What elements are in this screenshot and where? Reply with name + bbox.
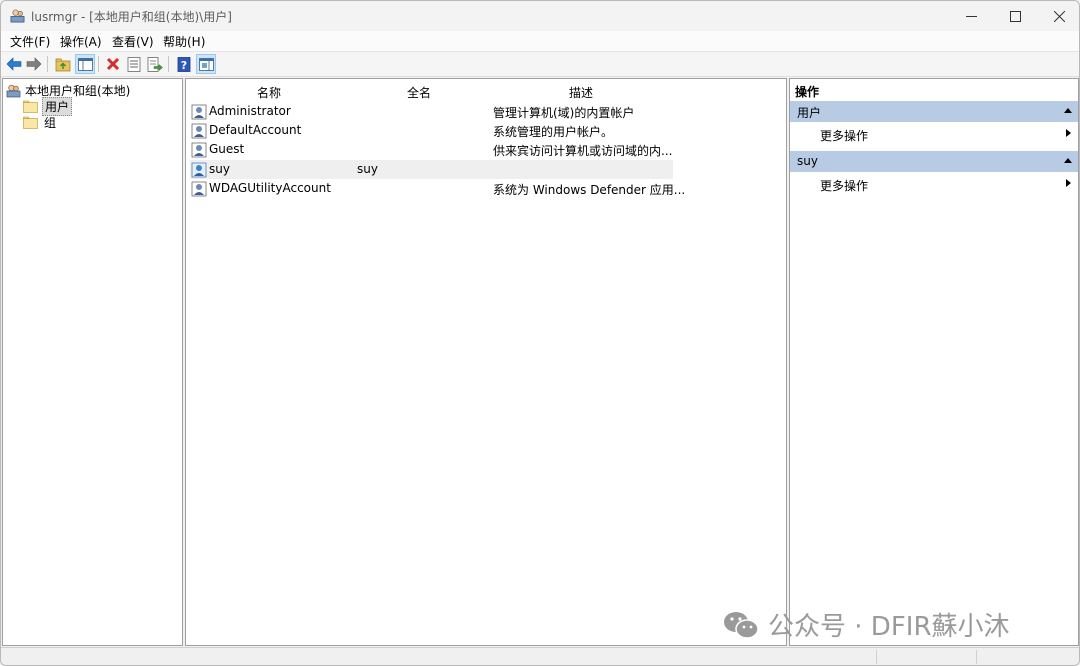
export-list-button[interactable] (146, 55, 164, 73)
table-row[interactable]: Guest 供来宾访问计算机或访问域的内... (190, 140, 673, 159)
delete-icon (106, 57, 120, 71)
menu-help[interactable]: 帮助(H) (163, 33, 205, 50)
up-folder-icon (55, 58, 71, 71)
window-title: lusrmgr - [本地用户和组(本地)\用户] (31, 10, 232, 24)
properties-icon (127, 56, 141, 72)
tree-item-groups[interactable]: 组 (23, 114, 56, 130)
user-name: suy (209, 162, 230, 176)
minimize-icon (966, 15, 977, 17)
maximize-icon (1010, 10, 1021, 22)
action-pane-title: 操作 (795, 85, 820, 99)
back-button[interactable] (5, 55, 23, 73)
forward-arrow-icon (26, 57, 42, 71)
user-list-pane[interactable]: 名称 全名 描述 Administrator 管理计算机(域)的内置帐户 Def… (185, 78, 787, 646)
console-tree-pane[interactable]: 本地用户和组(本地) 用户 组 (2, 78, 183, 646)
help-button[interactable]: ? (175, 55, 193, 73)
user-icon (191, 162, 207, 178)
table-row[interactable]: Administrator 管理计算机(域)的内置帐户 (190, 102, 673, 121)
submenu-arrow-icon (1066, 129, 1071, 137)
export-list-icon (147, 56, 163, 72)
table-row[interactable]: suy suy (190, 160, 673, 179)
action-more-actions[interactable]: 更多操作 (790, 124, 1078, 144)
collapse-triangle-icon[interactable] (1064, 158, 1072, 163)
maximize-button[interactable] (993, 1, 1038, 31)
app-window: lusrmgr - [本地用户和组(本地)\用户] 文件(F) 操作(A) 查看… (0, 0, 1080, 666)
users-app-icon (10, 9, 25, 23)
close-button[interactable] (1037, 1, 1079, 31)
action-item-label: 更多操作 (820, 129, 869, 143)
action-group-label: 用户 (797, 106, 822, 120)
tree-root-label: 本地用户和组(本地) (25, 83, 131, 98)
user-icon (191, 123, 207, 139)
column-header-fullname[interactable]: 全名 (407, 84, 431, 101)
table-row[interactable]: DefaultAccount 系统管理的用户帐户。 (190, 121, 673, 140)
user-icon (191, 104, 207, 120)
properties-button[interactable] (125, 55, 143, 73)
help-icon: ? (177, 56, 191, 72)
show-hide-console-tree-button[interactable] (75, 54, 95, 74)
user-name: Administrator (209, 104, 291, 118)
submenu-arrow-icon (1066, 179, 1071, 187)
user-description: 供来宾访问计算机或访问域的内... (493, 144, 673, 158)
back-arrow-icon (6, 57, 22, 71)
menu-file[interactable]: 文件(F) (10, 33, 50, 50)
action-group-users[interactable]: 用户 (790, 101, 1078, 122)
show-hide-action-pane-button[interactable] (196, 54, 216, 74)
menu-view[interactable]: 查看(V) (112, 33, 154, 50)
up-one-level-button[interactable] (54, 55, 72, 73)
watermark-text: 公众号 · DFIR蘇小沐 (768, 612, 1010, 642)
show-hide-action-pane-icon (198, 57, 214, 71)
toolbar-separator (168, 56, 169, 72)
user-name: DefaultAccount (209, 123, 302, 137)
users-group-icon (6, 84, 21, 97)
toolbar-separator (47, 56, 48, 72)
user-description: 系统为 Windows Defender 应用... (493, 183, 686, 197)
column-header-description[interactable]: 描述 (569, 84, 593, 101)
status-divider (876, 650, 877, 664)
close-icon (1054, 10, 1065, 22)
delete-button[interactable] (104, 55, 122, 73)
tree-item-users[interactable]: 用户 (23, 96, 73, 116)
user-name: WDAGUtilityAccount (209, 181, 331, 195)
collapse-triangle-icon[interactable] (1064, 108, 1072, 113)
minimize-button[interactable] (949, 1, 994, 31)
status-divider (976, 650, 977, 664)
action-group-label: suy (797, 154, 818, 168)
folder-icon (23, 100, 38, 113)
action-item-label: 更多操作 (820, 179, 869, 193)
menu-action[interactable]: 操作(A) (60, 33, 102, 50)
toolbar-separator (98, 56, 99, 72)
menu-bar: 文件(F) 操作(A) 查看(V) 帮助(H) (1, 31, 1079, 51)
column-header-name[interactable]: 名称 (257, 84, 281, 101)
watermark: 公众号 · DFIR蘇小沐 (722, 606, 1010, 643)
tree-groups-label: 组 (44, 115, 57, 130)
user-icon (191, 142, 207, 158)
show-hide-tree-icon (77, 57, 93, 71)
user-fullname: suy (357, 162, 378, 176)
title-bar[interactable]: lusrmgr - [本地用户和组(本地)\用户] (1, 1, 1079, 31)
toolbar: ? (1, 51, 1079, 77)
folder-icon (23, 116, 38, 129)
action-pane[interactable]: 操作 用户 更多操作 suy 更多操作 (789, 78, 1079, 646)
user-description: 系统管理的用户帐户。 (493, 125, 614, 139)
user-name: Guest (209, 142, 245, 156)
user-icon (191, 181, 207, 197)
forward-button[interactable] (25, 55, 43, 73)
table-row[interactable]: WDAGUtilityAccount 系统为 Windows Defender … (190, 179, 685, 198)
action-group-selected-user[interactable]: suy (790, 151, 1078, 172)
status-bar (1, 647, 1079, 665)
action-more-actions[interactable]: 更多操作 (790, 174, 1078, 194)
user-description: 管理计算机(域)的内置帐户 (493, 106, 635, 120)
svg-text:?: ? (181, 59, 187, 72)
wechat-icon (724, 611, 759, 639)
